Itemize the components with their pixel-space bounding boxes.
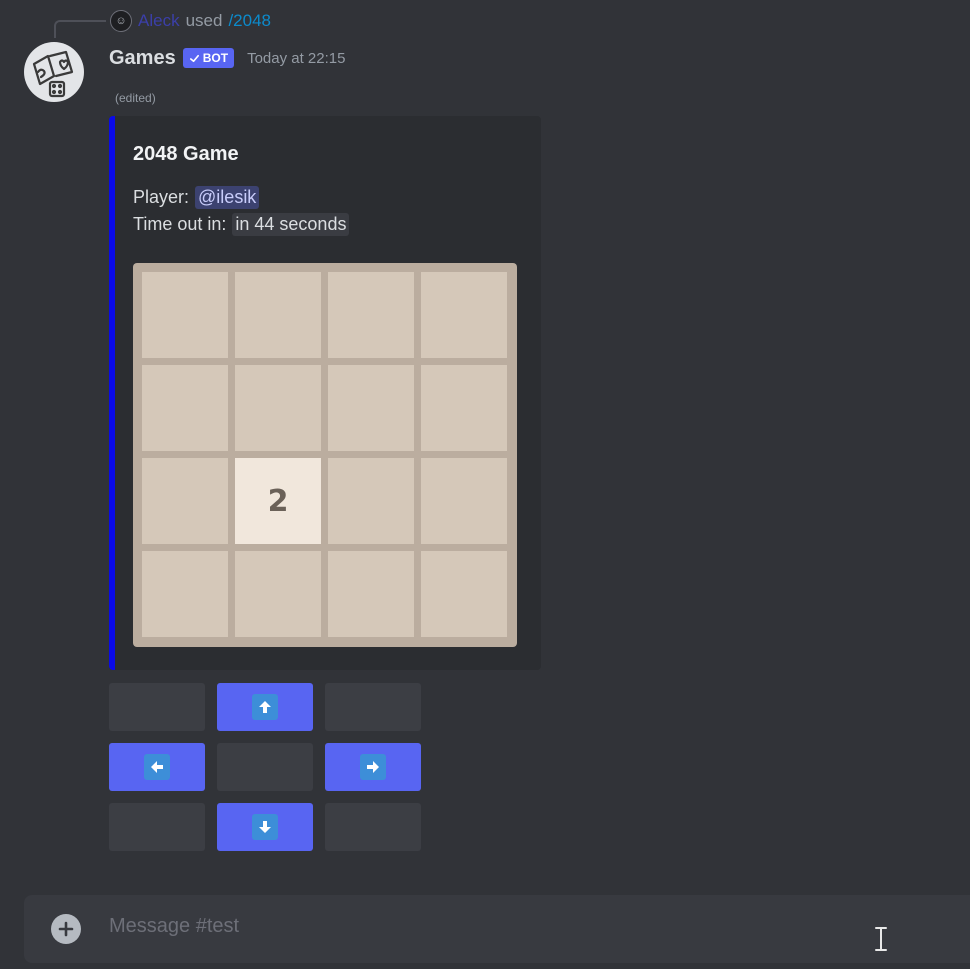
board-tile <box>421 458 507 544</box>
player-label: Player: <box>133 187 190 207</box>
bot-avatar[interactable] <box>24 42 84 102</box>
board-tile <box>421 272 507 358</box>
game-board[interactable]: 2 <box>133 263 517 647</box>
blank-button-top-right <box>325 683 421 731</box>
board-tile <box>235 365 321 451</box>
message-timestamp[interactable]: Today at 22:15 <box>247 50 345 67</box>
board-tile <box>142 365 228 451</box>
board-tile <box>142 551 228 637</box>
blank-button-bottom-right <box>325 803 421 851</box>
edited-indicator: (edited) <box>115 91 156 105</box>
verified-check-icon <box>189 54 199 62</box>
blank-button-bottom-left <box>109 803 205 851</box>
bot-tag: BOT <box>182 48 235 68</box>
arrow-down-icon <box>252 814 278 840</box>
games-logo-icon <box>32 50 74 98</box>
reply-used-text: used <box>185 11 223 30</box>
bot-username[interactable]: Games <box>109 47 176 70</box>
reply-avatar-icon[interactable]: ☺ <box>110 10 132 32</box>
board-tile <box>235 272 321 358</box>
bot-tag-label: BOT <box>202 51 229 65</box>
timeout-line: Time out in: in 44 seconds <box>133 213 350 236</box>
board-tile <box>328 272 414 358</box>
message-header: Games BOT Today at 22:15 <box>109 44 345 72</box>
blank-button-center <box>217 743 313 791</box>
board-tile <box>421 365 507 451</box>
text-cursor-icon <box>875 927 887 951</box>
board-tile <box>142 458 228 544</box>
arrow-up-icon <box>252 694 278 720</box>
player-line: Player: @ilesik <box>133 186 260 209</box>
reply-connector <box>54 20 106 38</box>
timeout-value: in 44 seconds <box>232 213 350 236</box>
blank-button-top-left <box>109 683 205 731</box>
board-tile: 2 <box>235 458 321 544</box>
reply-username[interactable]: Aleck <box>138 11 180 31</box>
message-composer[interactable]: Message #test <box>24 895 970 963</box>
game-embed: 2048 Game Player: @ilesik Time out in: i… <box>109 116 541 670</box>
plus-icon <box>58 921 74 937</box>
discord-chat-view: ☺ Aleck used /2048 Games BOT Today at 22… <box>0 0 970 969</box>
message-input[interactable]: Message #test <box>109 915 239 938</box>
arrow-left-icon <box>144 754 170 780</box>
move-left-button[interactable] <box>109 743 205 791</box>
board-tile <box>328 365 414 451</box>
reply-context[interactable]: ☺ Aleck used /2048 <box>110 10 271 32</box>
board-tile <box>142 272 228 358</box>
timeout-label: Time out in: <box>133 214 227 234</box>
player-mention[interactable]: @ilesik <box>195 186 260 209</box>
move-right-button[interactable] <box>325 743 421 791</box>
board-tile <box>235 551 321 637</box>
board-tile <box>328 551 414 637</box>
add-attachment-button[interactable] <box>51 914 81 944</box>
embed-title: 2048 Game <box>133 143 239 165</box>
board-tile <box>328 458 414 544</box>
move-up-button[interactable] <box>217 683 313 731</box>
board-tile <box>421 551 507 637</box>
reply-command[interactable]: /2048 <box>228 11 271 31</box>
arrow-right-icon <box>360 754 386 780</box>
move-down-button[interactable] <box>217 803 313 851</box>
